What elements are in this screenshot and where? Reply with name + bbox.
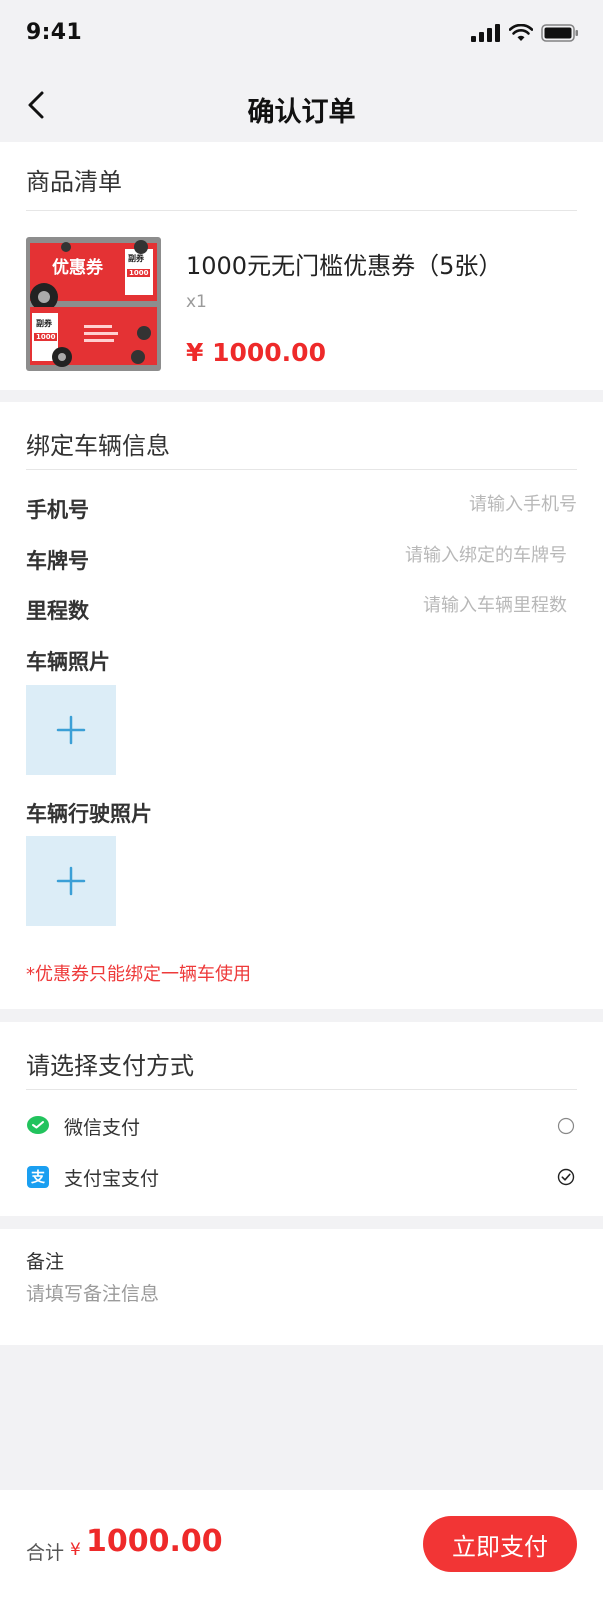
payment-section-title: 请选择支付方式 (26, 1052, 194, 1080)
payment-label-wechat: 微信支付 (64, 1117, 141, 1139)
plate-input[interactable] (307, 545, 567, 566)
product-section: 商品清单 优惠券 副券 1000 副券 1000 1000元无门槛优惠券（5张）… (0, 142, 603, 390)
product-section-title: 商品清单 (26, 168, 122, 196)
product-quantity: x1 (186, 292, 207, 312)
vehicle-section-title: 绑定车辆信息 (26, 432, 170, 460)
radio-unchecked-icon[interactable] (557, 1117, 575, 1135)
coupon-binding-notice: *优惠券只能绑定一辆车使用 (26, 964, 251, 985)
vehicle-photo-label: 车辆照片 (26, 650, 110, 674)
remark-label: 备注 (26, 1251, 65, 1273)
divider (26, 469, 577, 470)
remark-input[interactable] (26, 1283, 566, 1305)
plate-label: 车牌号 (26, 549, 89, 573)
product-image: 优惠券 副券 1000 副券 1000 (26, 237, 161, 371)
coupon-side-amount: 1000 (127, 269, 151, 277)
product-name: 1000元无门槛优惠券（5张） (186, 252, 503, 280)
mileage-input[interactable] (307, 595, 567, 616)
radio-checked-icon[interactable] (557, 1168, 575, 1186)
battery-icon (541, 24, 578, 42)
payment-label-alipay: 支付宝支付 (64, 1168, 160, 1190)
nav-bar: 确认订单 (0, 70, 603, 142)
remark-section: 备注 (0, 1229, 603, 1345)
coupon-lower-amount: 1000 (34, 333, 58, 341)
status-icons (471, 24, 579, 42)
svg-text:支: 支 (30, 1169, 46, 1186)
vehicle-section: 绑定车辆信息 手机号 车牌号 里程数 车辆照片 车辆行驶照片 *优惠券只能绑定一… (0, 402, 603, 1009)
alipay-icon: 支 (27, 1166, 49, 1188)
license-photo-label: 车辆行驶照片 (26, 802, 152, 826)
plus-icon (56, 715, 86, 745)
phone-input[interactable] (317, 494, 577, 515)
license-photo-upload[interactable] (26, 836, 116, 926)
wifi-icon (509, 24, 533, 41)
status-time: 9:41 (26, 20, 82, 45)
page-title: 确认订单 (247, 97, 356, 128)
wechat-pay-icon (27, 1116, 49, 1134)
payment-option-alipay[interactable]: 支 支付宝支付 (26, 1159, 577, 1195)
plus-icon (56, 866, 86, 896)
status-bar: 9:41 (0, 0, 603, 70)
coupon-main-label: 优惠券 (52, 258, 103, 278)
divider (26, 1089, 577, 1090)
product-price: ¥ 1000.00 (186, 338, 326, 367)
divider (26, 210, 577, 211)
phone-label: 手机号 (26, 498, 89, 522)
coupon-side-label: 副券 (128, 254, 144, 263)
payment-option-wechat[interactable]: 微信支付 (26, 1108, 577, 1144)
total-currency: ¥ (70, 1540, 81, 1560)
payment-section: 请选择支付方式 微信支付 支 支付宝支付 (0, 1022, 603, 1216)
vehicle-photo-upload[interactable] (26, 685, 116, 775)
checkout-bar: 合计 ¥ 1000.00 立即支付 (0, 1490, 603, 1600)
mileage-label: 里程数 (26, 599, 89, 623)
total-label: 合计 (26, 1542, 65, 1564)
pay-now-button[interactable]: 立即支付 (423, 1516, 577, 1572)
signal-icon (471, 24, 500, 42)
coupon-lower-label: 副券 (36, 319, 52, 328)
total-amount: 1000.00 (86, 1524, 223, 1559)
